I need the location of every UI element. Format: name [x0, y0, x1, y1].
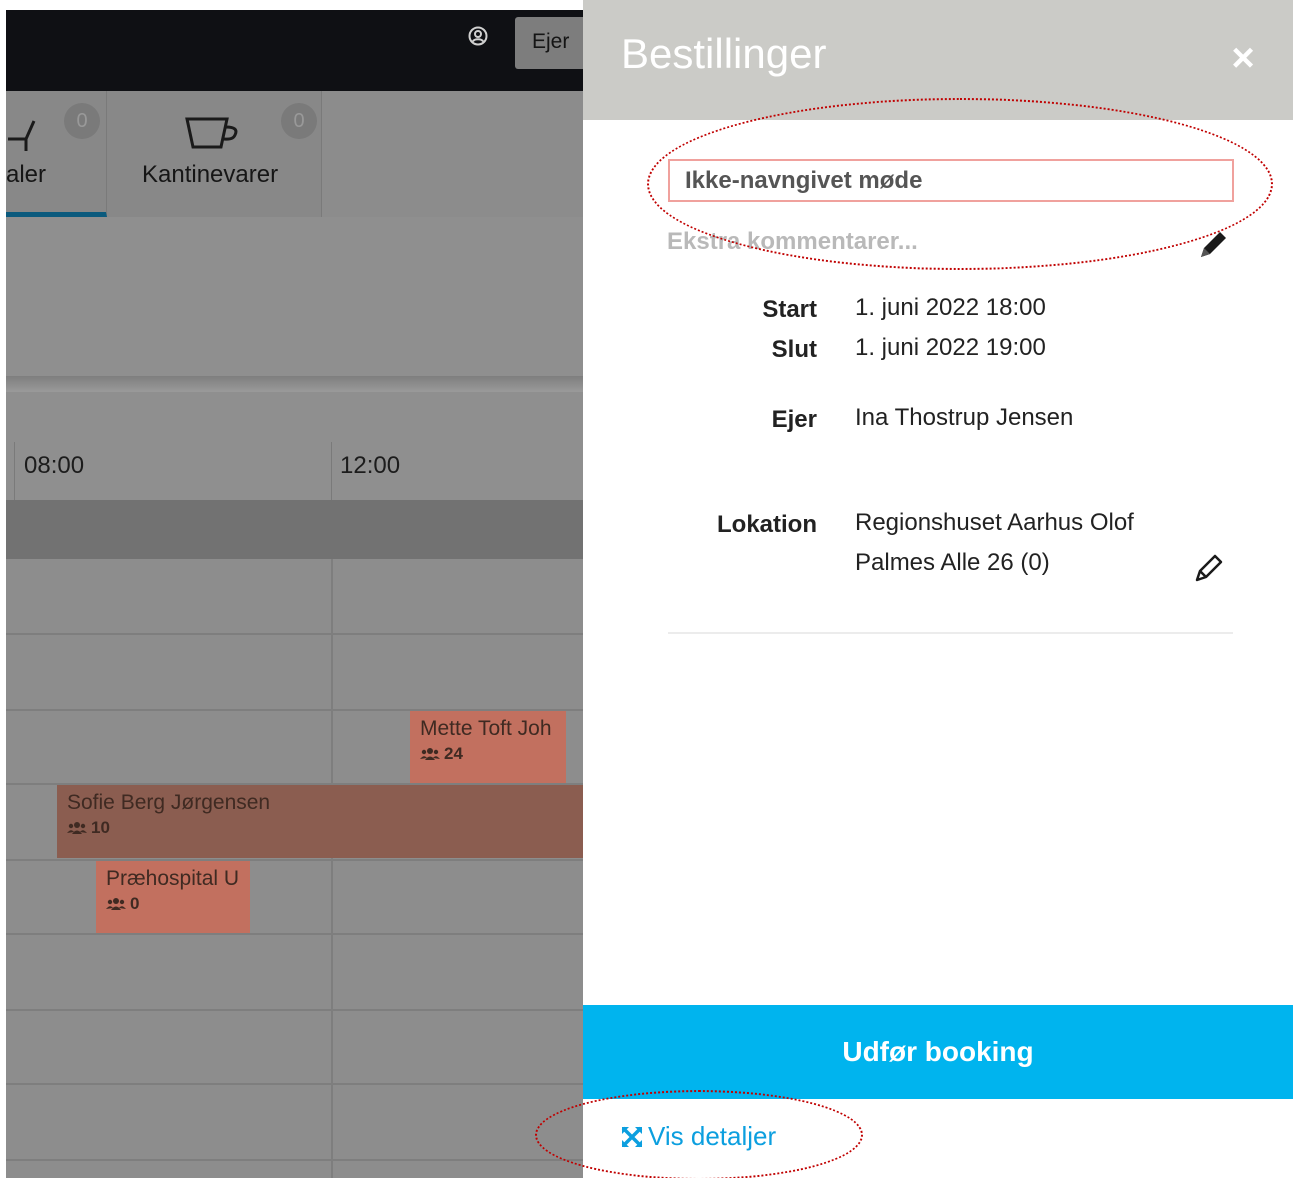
door-icon — [8, 120, 36, 151]
tab-canteen[interactable]: 0 Kantinevarer — [107, 91, 322, 217]
resource-tabs: 0 aler 0 Kantinevarer — [6, 91, 583, 217]
event-count: 24 — [444, 744, 463, 763]
divider — [6, 376, 583, 392]
event-attendees: 24 — [420, 744, 566, 764]
timeline-header: 08:00 12:00 — [6, 392, 583, 502]
time-tick — [14, 442, 15, 502]
time-tick — [331, 442, 332, 502]
tab-label: Kantinevarer — [142, 161, 279, 188]
booking-drawer: Bestillinger × Start 1. juni 2022 18:00 … — [535, 0, 1293, 1178]
calendar-background: Ejer 0 aler 0 Kantinevarer 08:00 12:00 M… — [6, 10, 583, 1178]
date-row — [6, 500, 583, 559]
calendar-event[interactable]: Mette Toft Joh 24 — [410, 711, 566, 783]
close-icon: × — [1231, 36, 1255, 80]
time-label: 12:00 — [340, 452, 401, 479]
filter-area — [6, 217, 583, 385]
close-button[interactable]: × — [1223, 38, 1263, 78]
grid-line — [6, 1159, 583, 1161]
submit-booking-button[interactable]: Udfør booking — [583, 1005, 1293, 1099]
people-icon — [67, 822, 87, 834]
tab-label: aler — [6, 161, 47, 188]
tab-badge: 0 — [64, 103, 100, 139]
event-count: 10 — [91, 818, 110, 837]
top-navigation-bar: Ejer — [6, 10, 583, 91]
event-name: Præhospital U — [106, 867, 240, 890]
comments-input[interactable] — [667, 222, 1187, 262]
divider — [668, 632, 1233, 634]
grid-line — [6, 933, 583, 935]
grid-line — [6, 859, 583, 861]
calendar-event[interactable]: Præhospital U 0 — [96, 861, 250, 933]
calendar-grid: Mette Toft Joh 24 Sofie Berg Jørgensen 1… — [6, 559, 583, 1178]
location-value-line1: Regionshuset Aarhus Olof — [855, 509, 1134, 536]
pencil-icon[interactable] — [1195, 227, 1231, 263]
edit-location-pencil-icon[interactable] — [1192, 551, 1226, 585]
user-icon[interactable] — [468, 26, 488, 46]
end-value: 1. juni 2022 19:00 — [855, 334, 1046, 361]
event-name: Sofie Berg Jørgensen — [67, 791, 271, 814]
drawer-title: Bestillinger — [621, 30, 827, 77]
drawer-header: Bestillinger × — [583, 0, 1293, 120]
start-label: Start — [762, 296, 817, 323]
start-value: 1. juni 2022 18:00 — [855, 294, 1046, 321]
owner-value: Ina Thostrup Jensen — [855, 404, 1074, 431]
grid-line — [6, 1009, 583, 1011]
location-value-line2: Palmes Alle 26 (0) — [855, 549, 1050, 576]
show-details-link[interactable]: Vis detaljer — [620, 1121, 776, 1152]
location-label: Lokation — [717, 511, 817, 538]
calendar-event[interactable]: Sofie Berg Jørgensen 10 — [57, 785, 583, 858]
grid-line — [6, 633, 583, 635]
tab-rooms[interactable]: 0 aler — [6, 91, 107, 217]
people-icon — [420, 748, 440, 760]
grid-line — [331, 559, 333, 1178]
tab-badge: 0 — [281, 103, 317, 139]
coffee-cup-icon — [185, 117, 238, 149]
expand-icon — [621, 1126, 643, 1147]
event-name: Mette Toft Joh — [420, 717, 552, 740]
owner-filter-button[interactable]: Ejer — [515, 17, 583, 69]
event-attendees: 0 — [106, 894, 250, 914]
time-label: 08:00 — [24, 452, 85, 479]
grid-line — [6, 1083, 583, 1085]
owner-label: Ejer — [771, 406, 817, 433]
event-count: 0 — [130, 894, 140, 913]
event-attendees: 10 — [67, 818, 583, 838]
meeting-name-input[interactable] — [668, 159, 1234, 202]
end-label: Slut — [771, 336, 817, 363]
show-details-label: Vis detaljer — [648, 1121, 777, 1151]
people-icon — [106, 898, 126, 910]
